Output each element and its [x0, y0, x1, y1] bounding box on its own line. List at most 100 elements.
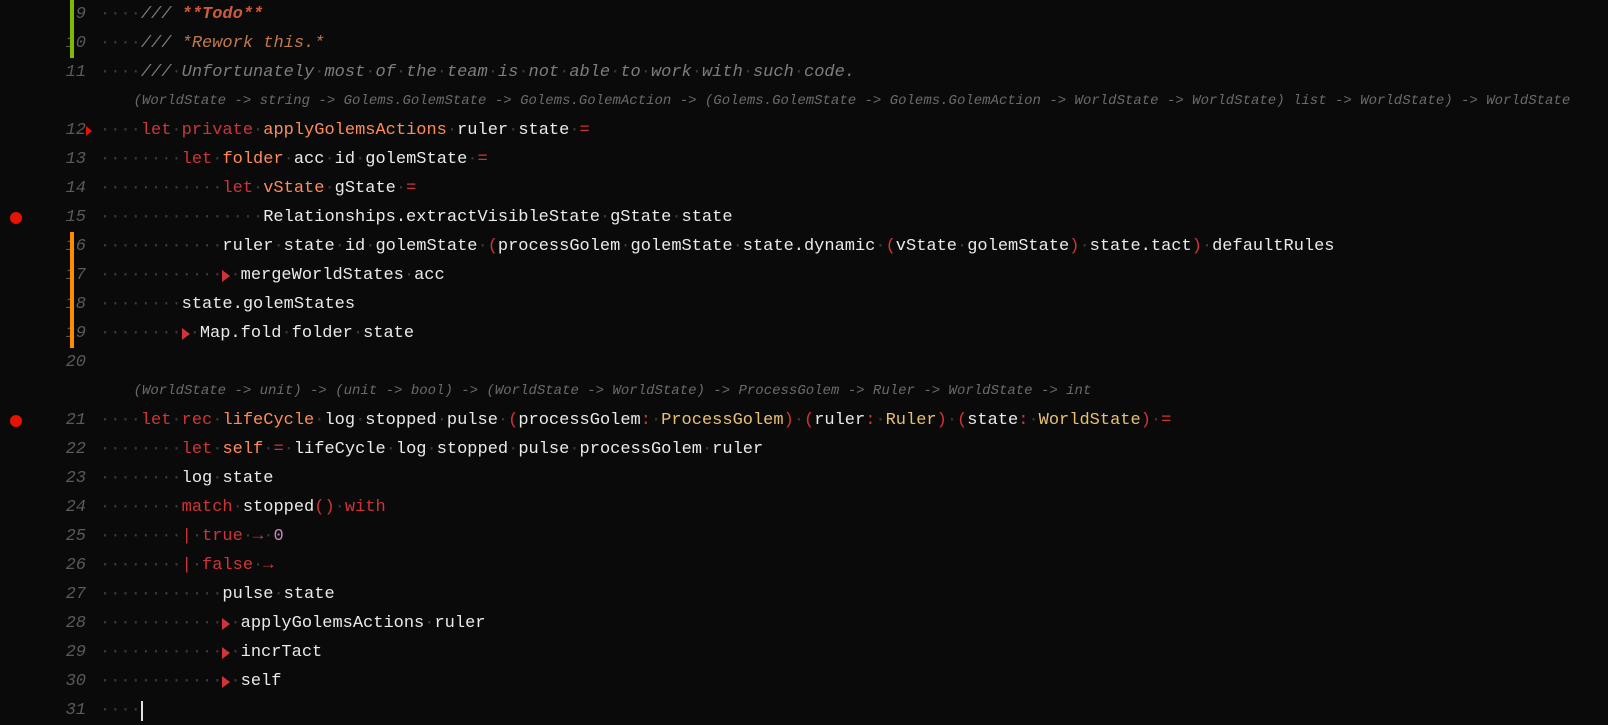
gutter-row[interactable]: 28 [0, 609, 98, 638]
id-token: state [518, 116, 569, 145]
inlay-hint-row[interactable]: (WorldState -> string -> Golems.GolemSta… [100, 87, 1608, 116]
whitespace: · [498, 406, 508, 435]
gutter-row[interactable]: 27 [0, 580, 98, 609]
kw2-token: applyGolemsActions [263, 116, 447, 145]
id-token: acc [294, 145, 325, 174]
whitespace: · [875, 232, 885, 261]
id-token: processGolem [518, 406, 640, 435]
whitespace: · [230, 261, 240, 290]
gutter-row[interactable]: 21 [0, 406, 98, 435]
breakpoint-icon[interactable] [10, 415, 22, 427]
code-line[interactable]: ····///·Unfortunately·most·of·the·team·i… [100, 58, 1608, 87]
gutter-row[interactable]: 14 [0, 174, 98, 203]
code-line[interactable]: ········let·folder·acc·id·golemState·= [100, 145, 1608, 174]
code-line[interactable]: ····/// *Rework this.* [100, 29, 1608, 58]
line-number: 29 [66, 638, 90, 667]
code-line[interactable]: ····let·private·applyGolemsActions·ruler… [100, 116, 1608, 145]
code-line[interactable]: ········log·state [100, 464, 1608, 493]
gutter[interactable]: 91011 121314151617181920 21222324252627282… [0, 0, 98, 725]
code-line[interactable]: ············ruler·state·id·golemState·(p… [100, 232, 1608, 261]
whitespace: · [171, 406, 181, 435]
whitespace: · [396, 174, 406, 203]
id-token: Relationships.extractVisibleState [263, 203, 600, 232]
gutter-row[interactable]: 18 [0, 290, 98, 319]
gutter-row[interactable]: 22 [0, 435, 98, 464]
kw-token: true [202, 522, 243, 551]
code-line[interactable]: ············let·vState·gState·= [100, 174, 1608, 203]
gutter-row[interactable]: 12 [0, 116, 98, 145]
code-line[interactable]: ················Relationships.extractVis… [100, 203, 1608, 232]
kw-token: let [141, 116, 172, 145]
code-line[interactable]: ·············applyGolemsActions·ruler [100, 609, 1608, 638]
code-line[interactable]: ····let·rec·lifeCycle·log·stopped·pulse·… [100, 406, 1608, 435]
inlay-hint-row[interactable]: (WorldState -> unit) -> (unit -> bool) -… [100, 377, 1608, 406]
line-number: 20 [66, 348, 90, 377]
id-token: ruler [222, 232, 273, 261]
code-line[interactable]: ········let·self·=·lifeCycle·log·stopped… [100, 435, 1608, 464]
kw-token: false [202, 551, 253, 580]
code-editor[interactable]: 91011 121314151617181920 21222324252627282… [0, 0, 1608, 725]
fold-caret-icon[interactable] [86, 126, 92, 136]
whitespace: · [230, 638, 240, 667]
id-token: ruler [457, 116, 508, 145]
id-token: log [324, 406, 355, 435]
code-line[interactable]: ········match·stopped()·with [100, 493, 1608, 522]
whitespace: · [957, 232, 967, 261]
code-line[interactable]: ·········Map.fold·folder·state [100, 319, 1608, 348]
gutter-row[interactable]: 29 [0, 638, 98, 667]
gutter-row[interactable]: 13 [0, 145, 98, 174]
whitespace: · [794, 406, 804, 435]
gutter-row[interactable]: 9 [0, 0, 98, 29]
code-line[interactable]: ········|·true·→·0 [100, 522, 1608, 551]
gutter-row[interactable]: 20 [0, 348, 98, 377]
whitespace: · [404, 261, 414, 290]
code-line[interactable]: ···· [100, 696, 1608, 725]
op-token: = [478, 145, 488, 174]
whitespace: · [230, 667, 240, 696]
breakpoint-icon[interactable] [10, 212, 22, 224]
code-line[interactable]: ············pulse·state [100, 580, 1608, 609]
whitespace: · [743, 58, 753, 87]
gutter-row[interactable]: 24 [0, 493, 98, 522]
comment-token: able [569, 58, 610, 87]
whitespace: · [281, 319, 291, 348]
op-token: = [1161, 406, 1171, 435]
id-token: state [222, 464, 273, 493]
gutter-row[interactable]: 19 [0, 319, 98, 348]
code-line[interactable]: ·············self [100, 667, 1608, 696]
comment-token: team [447, 58, 488, 87]
comment-i-token: *Rework this.* [182, 29, 325, 58]
code-line[interactable] [100, 348, 1608, 377]
gutter-row[interactable]: 11 [0, 58, 98, 87]
whitespace: ············ [100, 261, 222, 290]
whitespace: · [365, 58, 375, 87]
line-number: 9 [76, 0, 90, 29]
whitespace: · [324, 145, 334, 174]
gutter-row[interactable]: 26 [0, 551, 98, 580]
gutter-row[interactable]: 16 [0, 232, 98, 261]
gutter-row[interactable]: 31 [0, 696, 98, 725]
id-token: state.tact [1090, 232, 1192, 261]
whitespace: · [733, 232, 743, 261]
gutter-row[interactable]: 10 [0, 29, 98, 58]
gutter-row[interactable] [0, 87, 98, 116]
code-line[interactable]: ·············incrTact [100, 638, 1608, 667]
kw2-token: folder [222, 145, 283, 174]
gutter-row[interactable]: 30 [0, 667, 98, 696]
change-marker [70, 29, 74, 58]
gutter-row[interactable] [0, 377, 98, 406]
code-line[interactable]: ········state.golemStates [100, 290, 1608, 319]
code-line[interactable]: ········|·false·→ [100, 551, 1608, 580]
comment-token: of [375, 58, 395, 87]
gutter-row[interactable]: 17 [0, 261, 98, 290]
gutter-row[interactable]: 25 [0, 522, 98, 551]
gutter-row[interactable]: 15 [0, 203, 98, 232]
code-area[interactable]: ····/// **Todo**····/// *Rework this.*··… [98, 0, 1608, 725]
gutter-row[interactable]: 23 [0, 464, 98, 493]
whitespace: · [467, 145, 477, 174]
id-token: state [967, 406, 1018, 435]
kw-token: rec [182, 406, 213, 435]
line-number: 13 [66, 145, 90, 174]
code-line[interactable]: ·············mergeWorldStates·acc [100, 261, 1608, 290]
code-line[interactable]: ····/// **Todo** [100, 0, 1608, 29]
